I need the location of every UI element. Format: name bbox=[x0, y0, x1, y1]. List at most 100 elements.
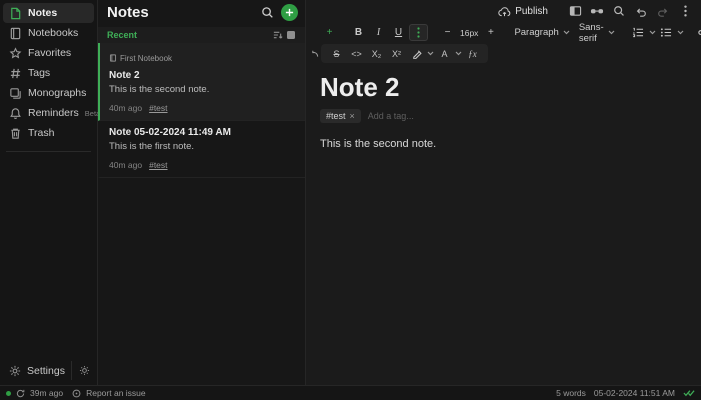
italic-button[interactable]: I bbox=[369, 24, 388, 41]
notebook-icon bbox=[9, 27, 22, 40]
publish-label: Publish bbox=[515, 5, 548, 17]
toggle-panel-icon[interactable] bbox=[565, 2, 585, 20]
chevron-down-icon[interactable] bbox=[427, 51, 434, 56]
note-tag-link[interactable]: #test bbox=[149, 103, 167, 113]
strikethrough-button[interactable]: S bbox=[327, 45, 346, 62]
sidebar-item-notebooks[interactable]: Notebooks bbox=[3, 23, 94, 43]
bold-glyph: B bbox=[354, 27, 363, 38]
theme-toggle-button[interactable] bbox=[71, 361, 97, 380]
focus-mode-icon[interactable] bbox=[587, 2, 607, 20]
bullet-list-button[interactable] bbox=[657, 24, 676, 41]
list-panel-header: Notes bbox=[98, 0, 305, 25]
publish-button[interactable]: Publish bbox=[491, 4, 555, 19]
numbered-list-button[interactable] bbox=[629, 24, 648, 41]
subscript-glyph: X₂ bbox=[371, 48, 382, 59]
report-issue-icon bbox=[72, 389, 81, 398]
note-list-item[interactable]: Note 05-02-2024 11:49 AM This is the fir… bbox=[98, 121, 305, 178]
reminder-bell-icon bbox=[9, 107, 22, 120]
notebook-name: First Notebook bbox=[120, 53, 173, 63]
main-area: Notes Notebooks Favorites Tags Monograph… bbox=[0, 0, 701, 385]
italic-glyph: I bbox=[376, 27, 381, 38]
text-color-button[interactable]: A bbox=[435, 45, 454, 62]
sidebar-item-label: Notes bbox=[28, 7, 58, 19]
sidebar-item-tags[interactable]: Tags bbox=[3, 63, 94, 83]
remove-tag-icon[interactable]: × bbox=[350, 111, 355, 121]
font-size-value[interactable]: 16px bbox=[458, 28, 480, 38]
plus-icon bbox=[285, 8, 294, 17]
status-bar: 39m ago Report an issue 5 words 05-02-20… bbox=[0, 385, 701, 400]
sidebar-item-trash[interactable]: Trash bbox=[3, 123, 94, 143]
tag-chip[interactable]: #test × bbox=[320, 109, 361, 123]
more-formatting-button[interactable] bbox=[409, 24, 428, 41]
math-button[interactable]: ƒx bbox=[463, 45, 482, 62]
bold-button[interactable]: B bbox=[349, 24, 368, 41]
view-mode-icon[interactable] bbox=[284, 29, 298, 41]
note-body-editor[interactable]: This is the second note. bbox=[306, 123, 701, 150]
add-note-button[interactable] bbox=[281, 4, 298, 21]
link-icon bbox=[697, 30, 701, 35]
numbered-list-icon bbox=[633, 27, 644, 38]
chevron-down-icon[interactable] bbox=[455, 51, 462, 56]
code-button[interactable]: <> bbox=[347, 45, 366, 62]
sidebar-divider bbox=[6, 151, 91, 152]
sync-icon[interactable] bbox=[16, 389, 25, 398]
highlight-button[interactable] bbox=[407, 45, 426, 62]
collapse-toolbar-icon[interactable] bbox=[311, 45, 319, 63]
status-bar-left: 39m ago Report an issue bbox=[6, 388, 556, 398]
superscript-button[interactable]: X² bbox=[387, 45, 406, 62]
underline-glyph: U bbox=[394, 27, 403, 38]
editor-menu-kebab-icon[interactable] bbox=[675, 2, 695, 20]
undo-icon[interactable] bbox=[631, 2, 651, 20]
trash-icon bbox=[9, 127, 22, 140]
sidebar-item-monographs[interactable]: Monographs bbox=[3, 83, 94, 103]
chevron-down-icon[interactable] bbox=[677, 30, 684, 35]
paragraph-style-dropdown[interactable]: Paragraph bbox=[510, 27, 573, 38]
last-sync-time[interactable]: 39m ago bbox=[30, 388, 63, 398]
link-button[interactable] bbox=[694, 24, 701, 41]
sidebar-item-reminders[interactable]: Reminders Beta bbox=[3, 103, 100, 123]
gear-icon bbox=[9, 365, 21, 377]
bullet-list-icon bbox=[661, 28, 672, 37]
sidebar-item-notes[interactable]: Notes bbox=[3, 3, 94, 23]
underline-button[interactable]: U bbox=[389, 24, 408, 41]
editor-panel: Publish + B I U − 16px + Paragraph Sans-… bbox=[306, 0, 701, 385]
sidebar-item-label: Reminders bbox=[28, 107, 79, 119]
notes-list-panel: Notes Recent First Notebook Note 2 This … bbox=[98, 0, 306, 385]
sun-icon bbox=[79, 365, 90, 376]
insert-plus-button[interactable]: + bbox=[320, 24, 339, 41]
hash-icon bbox=[9, 67, 22, 80]
notebook-reference[interactable]: First Notebook bbox=[109, 49, 296, 67]
chevron-down-icon[interactable] bbox=[649, 30, 656, 35]
list-panel-title: Notes bbox=[107, 4, 149, 21]
note-tag-link[interactable]: #test bbox=[149, 160, 167, 170]
subscript-button[interactable]: X₂ bbox=[367, 45, 386, 62]
sort-icon[interactable] bbox=[270, 29, 284, 41]
kebab-icon bbox=[417, 27, 420, 38]
settings-button[interactable]: Settings bbox=[9, 365, 71, 377]
star-icon bbox=[9, 46, 22, 60]
math-glyph: ƒx bbox=[468, 48, 477, 59]
superscript-glyph: X² bbox=[392, 48, 401, 59]
font-family-dropdown[interactable]: Sans-serif bbox=[575, 22, 619, 44]
note-title-input[interactable]: Note 2 bbox=[306, 66, 701, 102]
report-issue-link[interactable]: Report an issue bbox=[86, 388, 146, 398]
search-icon[interactable] bbox=[258, 4, 276, 22]
note-icon bbox=[9, 7, 22, 20]
status-bar-right: 5 words 05-02-2024 11:51 AM bbox=[556, 388, 695, 398]
note-title: Note 2 bbox=[109, 70, 140, 81]
notebook-mini-icon bbox=[109, 49, 117, 67]
online-status-dot bbox=[6, 390, 11, 396]
monograph-icon bbox=[9, 87, 22, 100]
chevron-down-icon bbox=[563, 30, 570, 35]
note-list-item[interactable]: First Notebook Note 2 This is the second… bbox=[98, 43, 305, 121]
increase-font-size-button[interactable]: + bbox=[481, 24, 500, 41]
settings-label: Settings bbox=[27, 364, 65, 377]
sidebar-item-favorites[interactable]: Favorites bbox=[3, 43, 94, 63]
editor-search-icon[interactable] bbox=[609, 2, 629, 20]
decrease-font-size-button[interactable]: − bbox=[438, 24, 457, 41]
add-tag-input[interactable]: Add a tag... bbox=[368, 111, 414, 121]
note-footer: 40m ago #test bbox=[109, 160, 296, 170]
redo-icon[interactable] bbox=[653, 2, 673, 20]
note-excerpt: This is the first note. bbox=[109, 141, 195, 152]
